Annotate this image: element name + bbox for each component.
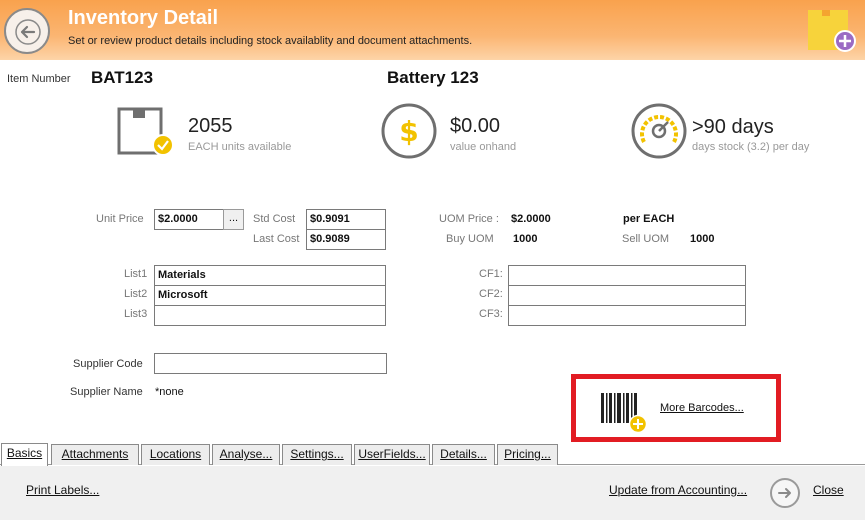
gauge-icon <box>631 103 687 159</box>
uom-price-value: $2.0000 <box>511 213 551 225</box>
std-cost-label: Std Cost <box>253 213 296 225</box>
last-cost-field[interactable]: $0.9089 <box>306 229 386 250</box>
list1-label: List1 <box>124 268 148 280</box>
box-check-icon <box>117 107 174 156</box>
svg-text:$: $ <box>399 115 418 148</box>
cf1-field[interactable] <box>508 265 746 286</box>
list1-field[interactable]: Materials <box>154 265 386 286</box>
cf3-label: CF3: <box>479 308 503 320</box>
sticky-note-add-icon[interactable] <box>808 8 856 54</box>
back-button[interactable] <box>4 8 50 54</box>
back-arrow-icon <box>15 19 41 45</box>
buy-uom-label: Buy UOM <box>446 233 494 245</box>
list2-field[interactable]: Microsoft <box>154 285 386 306</box>
std-cost-field[interactable]: $0.9091 <box>306 209 386 230</box>
supplier-code-field[interactable] <box>154 353 387 374</box>
more-barcodes-link[interactable]: More Barcodes... <box>660 402 744 414</box>
dollar-icon: $ <box>381 103 437 159</box>
buy-uom-value: 1000 <box>513 233 538 245</box>
tab-strip: Basics Attachments Locations Analyse... … <box>0 443 865 466</box>
days-stock-caption: days stock (3.2) per day <box>692 141 810 153</box>
supplier-name-label: Supplier Name <box>70 386 143 398</box>
tab-pricing[interactable]: Pricing... <box>497 444 558 465</box>
cf2-label: CF2: <box>479 288 503 300</box>
update-from-accounting-link[interactable]: Update from Accounting... <box>609 483 747 497</box>
supplier-name-value: *none <box>155 386 184 398</box>
close-arrow-button[interactable] <box>770 478 800 508</box>
list3-label: List3 <box>124 308 148 320</box>
page-title: Inventory Detail <box>68 7 219 29</box>
product-name: Battery 123 <box>387 68 479 87</box>
list3-field[interactable] <box>154 305 386 326</box>
item-number: BAT123 <box>91 68 154 87</box>
supplier-code-label: Supplier Code <box>73 358 143 370</box>
tab-settings[interactable]: Settings... <box>282 444 352 465</box>
tab-details[interactable]: Details... <box>432 444 495 465</box>
page-subtitle: Set or review product details including … <box>68 35 473 47</box>
tab-basics[interactable]: Basics <box>1 443 48 466</box>
onhand-caption: value onhand <box>450 141 517 153</box>
unit-price-field[interactable]: $2.0000 <box>154 209 224 230</box>
header-bar: Inventory Detail Set or review product d… <box>0 0 865 60</box>
unit-price-label: Unit Price <box>96 213 144 225</box>
days-stock-value: >90 days <box>692 116 774 138</box>
stock-units-value: 2055 <box>188 115 233 137</box>
print-labels-link[interactable]: Print Labels... <box>26 483 99 497</box>
sell-uom-value: 1000 <box>690 233 715 245</box>
per-uom-label: per EACH <box>623 213 675 225</box>
cf2-field[interactable] <box>508 285 746 306</box>
last-cost-label: Last Cost <box>253 233 300 245</box>
uom-price-label: UOM Price : <box>439 213 499 225</box>
unit-price-ellipsis-button[interactable]: ... <box>223 209 244 230</box>
close-link[interactable]: Close <box>813 483 844 497</box>
tab-attachments[interactable]: Attachments <box>51 444 139 465</box>
list2-label: List2 <box>124 288 148 300</box>
tab-locations[interactable]: Locations <box>141 444 210 465</box>
tab-analyse[interactable]: Analyse... <box>212 444 280 465</box>
sell-uom-label: Sell UOM <box>622 233 670 245</box>
forward-arrow-icon <box>778 488 791 498</box>
stock-units-caption: EACH units available <box>188 141 292 153</box>
cf1-label: CF1: <box>479 268 503 280</box>
cf3-field[interactable] <box>508 305 746 326</box>
barcode-add-icon[interactable] <box>601 393 649 433</box>
item-number-label: Item Number <box>7 73 71 85</box>
onhand-value: $0.00 <box>450 115 501 137</box>
tab-userfields[interactable]: UserFields... <box>354 444 430 465</box>
